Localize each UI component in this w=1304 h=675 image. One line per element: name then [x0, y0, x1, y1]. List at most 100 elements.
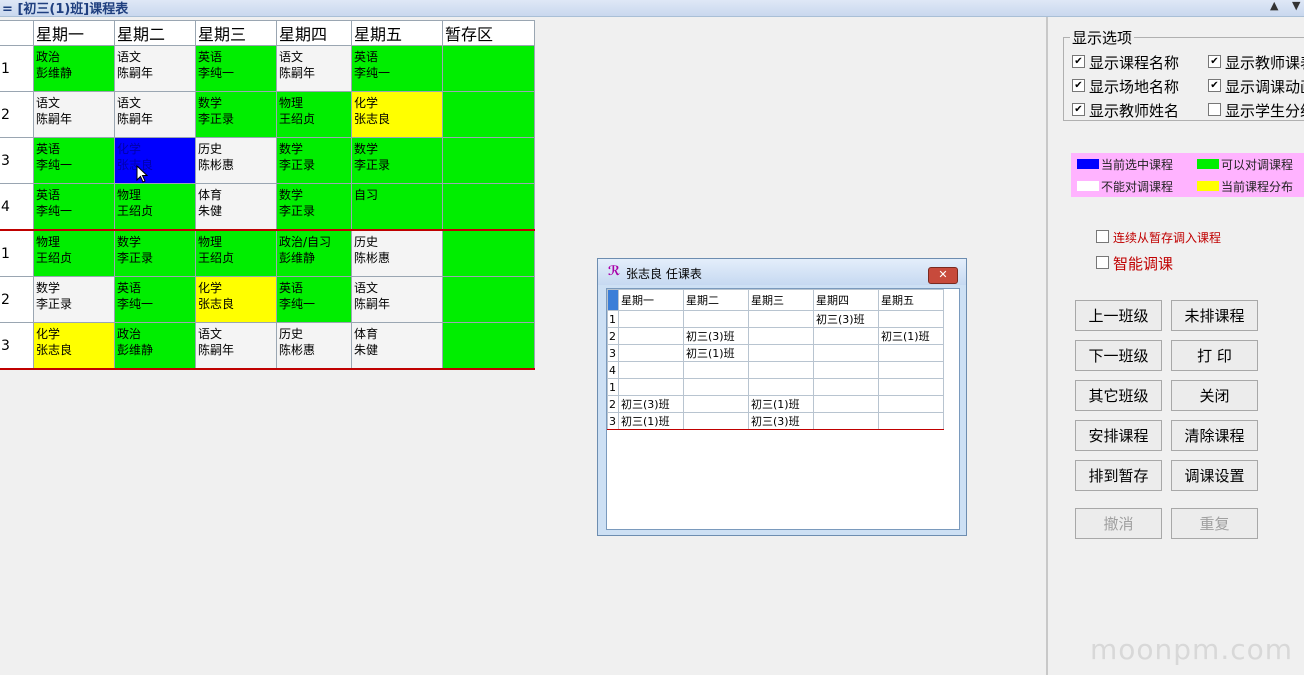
temp-area-cell[interactable] [442, 276, 535, 323]
teacher-slot-cell[interactable] [878, 412, 944, 430]
collapse-up-icon[interactable]: ▲ [1270, 0, 1278, 12]
checkbox-icon[interactable]: ✔ [1208, 55, 1221, 68]
arrange-course-button[interactable]: 安排课程 [1075, 420, 1162, 451]
course-cell[interactable]: 数学 李正录 [195, 91, 277, 138]
temp-area-cell[interactable] [442, 91, 535, 138]
option-show-teacher-schedule[interactable]: ✔显示教师课表 [1208, 52, 1304, 73]
teacher-slot-cell[interactable]: 初三(1)班 [748, 395, 814, 413]
option-show-teacher-name[interactable]: ✔ 显示教师姓名 [1072, 100, 1179, 121]
teacher-slot-cell[interactable] [878, 361, 944, 379]
temp-area-cell[interactable] [442, 183, 535, 231]
unscheduled-button[interactable]: 未排课程 [1171, 300, 1258, 331]
redo-button[interactable]: 重复 [1171, 508, 1258, 539]
option-show-student-groups[interactable]: 显示学生分组 [1208, 100, 1304, 121]
teacher-slot-cell[interactable] [748, 327, 814, 345]
checkbox-icon[interactable]: ✔ [1072, 79, 1085, 92]
teacher-slot-cell[interactable]: 初三(3)班 [748, 412, 814, 430]
course-cell[interactable]: 物理 王绍贞 [114, 183, 196, 231]
course-cell[interactable]: 化学 张志良 [351, 91, 443, 138]
option-show-venue-name[interactable]: ✔ 显示场地名称 [1072, 76, 1179, 97]
undo-button[interactable]: 撤消 [1075, 508, 1162, 539]
temp-area-cell[interactable] [442, 322, 535, 370]
course-cell[interactable]: 语文 陈嗣年 [195, 322, 277, 370]
course-cell[interactable]: 英语 李纯一 [195, 45, 277, 92]
teacher-slot-cell[interactable] [878, 378, 944, 396]
course-cell[interactable]: 体育 朱健 [351, 322, 443, 370]
teacher-slot-cell[interactable] [618, 361, 684, 379]
close-button[interactable]: 关闭 [1171, 380, 1258, 411]
option-show-swap-animation[interactable]: ✔显示调课动画 [1208, 76, 1304, 97]
course-cell[interactable]: 物理 王绍贞 [276, 91, 352, 138]
teacher-slot-cell[interactable] [748, 310, 814, 328]
teacher-slot-cell[interactable] [813, 412, 879, 430]
course-cell[interactable]: 物理 王绍贞 [33, 229, 115, 277]
teacher-slot-cell[interactable] [683, 310, 749, 328]
dialog-titlebar[interactable]: ℛ 张志良 任课表 ✕ [598, 259, 966, 285]
course-cell[interactable]: 数学 李正录 [276, 183, 352, 231]
temp-area-cell[interactable] [442, 45, 535, 92]
prev-class-button[interactable]: 上一班级 [1075, 300, 1162, 331]
checkbox-icon[interactable] [1096, 230, 1109, 243]
teacher-slot-cell[interactable]: 初三(3)班 [618, 395, 684, 413]
teacher-slot-cell[interactable] [813, 395, 879, 413]
course-cell[interactable]: 数学 李正录 [33, 276, 115, 323]
teacher-slot-cell[interactable] [618, 327, 684, 345]
course-cell[interactable]: 体育 朱健 [195, 183, 277, 231]
course-cell[interactable]: 数学 李正录 [276, 137, 352, 184]
teacher-slot-cell[interactable]: 初三(3)班 [813, 310, 879, 328]
course-cell[interactable]: 语文 陈嗣年 [351, 276, 443, 323]
course-cell[interactable]: 化学 张志良 [33, 322, 115, 370]
teacher-slot-cell[interactable]: 初三(1)班 [683, 344, 749, 362]
course-cell[interactable]: 政治 彭维静 [114, 322, 196, 370]
teacher-slot-cell[interactable] [748, 378, 814, 396]
temp-area-cell[interactable] [442, 229, 535, 277]
teacher-slot-cell[interactable] [618, 310, 684, 328]
other-class-button[interactable]: 其它班级 [1075, 380, 1162, 411]
checkbox-icon[interactable]: ✔ [1208, 79, 1221, 92]
course-cell[interactable]: 语文 陈嗣年 [114, 91, 196, 138]
course-cell[interactable]: 历史 陈彬惠 [276, 322, 352, 370]
course-cell[interactable]: 政治 彭维静 [33, 45, 115, 92]
checkbox-icon[interactable] [1208, 103, 1221, 116]
teacher-slot-cell[interactable] [748, 344, 814, 362]
move-to-temp-button[interactable]: 排到暂存 [1075, 460, 1162, 491]
course-cell[interactable]: 英语 李纯一 [33, 183, 115, 231]
course-cell[interactable]: 自习 [351, 183, 443, 231]
teacher-slot-cell[interactable] [683, 412, 749, 430]
course-cell[interactable]: 英语 李纯一 [276, 276, 352, 323]
teacher-slot-cell[interactable] [813, 344, 879, 362]
option-continuous-from-temp[interactable]: 连续从暂存调入课程 [1096, 229, 1221, 246]
swap-settings-button[interactable]: 调课设置 [1171, 460, 1258, 491]
teacher-slot-cell[interactable]: 初三(1)班 [618, 412, 684, 430]
option-smart-swap[interactable]: 智能调课 [1096, 253, 1173, 274]
teacher-slot-cell[interactable] [683, 361, 749, 379]
checkbox-icon[interactable]: ✔ [1072, 103, 1085, 116]
course-cell[interactable]: 英语 李纯一 [114, 276, 196, 323]
teacher-slot-cell[interactable] [618, 344, 684, 362]
teacher-slot-cell[interactable]: 初三(3)班 [683, 327, 749, 345]
course-cell[interactable]: 语文 陈嗣年 [33, 91, 115, 138]
course-cell[interactable]: 化学 张志良 [195, 276, 277, 323]
option-show-course-name[interactable]: ✔ 显示课程名称 [1072, 52, 1179, 73]
teacher-slot-cell[interactable] [683, 395, 749, 413]
teacher-slot-cell[interactable]: 初三(1)班 [878, 327, 944, 345]
teacher-slot-cell[interactable] [618, 378, 684, 396]
teacher-slot-cell[interactable] [878, 344, 944, 362]
course-cell[interactable]: 历史 陈彬惠 [351, 229, 443, 277]
clear-course-button[interactable]: 清除课程 [1171, 420, 1258, 451]
checkbox-icon[interactable] [1096, 256, 1109, 269]
teacher-slot-cell[interactable] [748, 361, 814, 379]
course-cell[interactable]: 英语 李纯一 [33, 137, 115, 184]
course-cell[interactable]: 历史 陈彬惠 [195, 137, 277, 184]
temp-area-cell[interactable] [442, 137, 535, 184]
course-cell[interactable]: 数学 李正录 [114, 229, 196, 277]
teacher-slot-cell[interactable] [813, 327, 879, 345]
course-cell[interactable]: 物理 王绍贞 [195, 229, 277, 277]
next-class-button[interactable]: 下一班级 [1075, 340, 1162, 371]
teacher-slot-cell[interactable] [683, 378, 749, 396]
course-cell[interactable]: 政治/自习 彭维静 [276, 229, 352, 277]
print-button[interactable]: 打 印 [1171, 340, 1258, 371]
course-cell[interactable]: 语文 陈嗣年 [276, 45, 352, 92]
teacher-slot-cell[interactable] [878, 395, 944, 413]
course-cell[interactable]: 数学 李正录 [351, 137, 443, 184]
